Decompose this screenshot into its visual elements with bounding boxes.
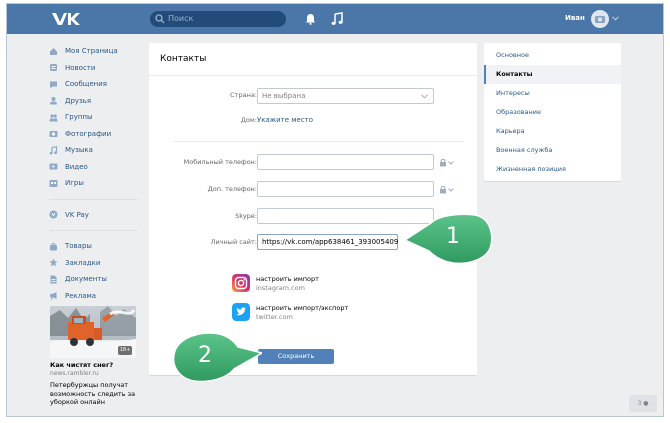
twitter-icon[interactable]: [232, 303, 250, 321]
callout-bubble-shape: [172, 332, 264, 383]
camera-icon: [49, 131, 58, 138]
nav-item-groups[interactable]: Группы: [49, 109, 149, 126]
settings-item-education[interactable]: Образование: [484, 103, 621, 122]
video-icon: [49, 163, 58, 170]
card-header: Контакты: [149, 43, 477, 76]
contacts-card: Контакты Страна: Не выбрана Дом: Укажите…: [149, 43, 477, 375]
section-divider: [174, 141, 464, 142]
extra-phone-input[interactable]: [257, 181, 434, 197]
messages-icon: [50, 81, 57, 89]
games-icon: [49, 179, 58, 187]
settings-item-main[interactable]: Основное: [484, 46, 621, 65]
instagram-import: настроить импорт instagram.com: [232, 274, 392, 296]
left-navigation: Моя Страница Новости Сообщения Друзья Гр…: [49, 43, 149, 304]
nav-item-ads[interactable]: Реклама: [49, 288, 149, 305]
nav-item-music[interactable]: Музыка: [49, 142, 149, 159]
country-label: Страна:: [230, 91, 257, 99]
bell-icon[interactable]: [305, 13, 316, 25]
nav-item-documents[interactable]: Документы: [49, 271, 149, 288]
nav-item-photos[interactable]: Фотографии: [49, 126, 149, 143]
twitter-import-export-link[interactable]: настроить импорт/экспорт: [256, 304, 348, 312]
home-label: Дом:: [240, 116, 257, 124]
search-placeholder: Поиск: [168, 14, 194, 23]
callout-step-1: 1: [403, 213, 493, 265]
instagram-import-link[interactable]: настроить импорт: [256, 275, 319, 283]
nav-item-bookmarks[interactable]: Закладки: [49, 255, 149, 272]
privacy-lock-icon[interactable]: [439, 185, 455, 194]
nav-item-messages[interactable]: Сообщения: [49, 76, 149, 93]
music-icon: [49, 145, 58, 155]
video-duration-badge: 18+: [118, 346, 132, 355]
chevron-down-icon[interactable]: [612, 16, 619, 21]
country-select[interactable]: Не выбрана: [257, 88, 434, 104]
nav-item-news[interactable]: Новости: [49, 60, 149, 77]
document-icon: [50, 275, 57, 284]
nav-item-video[interactable]: Видео: [49, 159, 149, 176]
megaphone-icon: [50, 292, 57, 300]
website-value: https://vk.com/app638461_393005409: [262, 238, 399, 246]
chevron-down-icon: [421, 94, 428, 99]
privacy-lock-icon[interactable]: [439, 158, 455, 167]
promo-source[interactable]: news.rambler.ru: [50, 370, 99, 377]
friends-icon: [50, 97, 57, 105]
vkpay-icon: [49, 210, 58, 219]
home-icon: [50, 47, 57, 55]
user-avatar[interactable]: [591, 10, 609, 28]
callout-number-1: 1: [446, 224, 460, 249]
promo-image[interactable]: 18+: [50, 306, 136, 358]
settings-item-military[interactable]: Военная служба: [484, 141, 621, 160]
vk-logo-icon[interactable]: [51, 10, 81, 28]
people-icon: ●: [643, 400, 649, 407]
callout-step-2: 2: [172, 331, 264, 385]
star-icon: [49, 258, 58, 267]
instagram-domain: instagram.com: [256, 284, 305, 292]
settings-item-interests[interactable]: Интересы: [484, 84, 621, 103]
settings-item-life-position[interactable]: Жизненная позиция: [484, 160, 621, 179]
online-friends-counter[interactable]: 3 ●: [629, 395, 657, 412]
settings-menu: Основное Контакты Интересы Образование К…: [484, 43, 621, 181]
search-icon: [155, 14, 165, 24]
nav-item-vk-pay[interactable]: VK Pay: [49, 207, 149, 224]
extra-phone-label: Доп. телефон:: [207, 185, 257, 193]
nav-item-my-page[interactable]: Моя Страница: [49, 43, 149, 60]
mobile-phone-input[interactable]: [257, 154, 434, 170]
website-input[interactable]: https://vk.com/app638461_393005409: [257, 234, 398, 250]
browser-frame: Поиск Иван Моя Страница Новости Сообщени…: [6, 3, 664, 417]
promo-title[interactable]: Как чистят снег?: [50, 361, 113, 369]
settings-item-contacts[interactable]: Контакты: [484, 65, 621, 84]
search-box[interactable]: Поиск: [150, 11, 286, 27]
settings-item-career[interactable]: Карьера: [484, 122, 621, 141]
skype-label: Skype:: [235, 212, 257, 220]
nav-divider: [49, 230, 137, 231]
nav-divider: [49, 198, 137, 200]
username-label[interactable]: Иван: [565, 14, 585, 22]
camera-placeholder-icon: [595, 16, 605, 23]
groups-icon: [49, 114, 58, 122]
nav-item-games[interactable]: Игры: [49, 175, 149, 192]
country-value: Не выбрана: [262, 92, 306, 100]
mobile-phone-label: Мобильный телефон:: [183, 158, 257, 166]
top-bar: Поиск Иван: [7, 4, 663, 34]
promo-text[interactable]: Петербуржцы получат возможность следить …: [50, 381, 142, 407]
home-place-link[interactable]: Укажите место: [257, 116, 313, 124]
nav-item-friends[interactable]: Друзья: [49, 93, 149, 110]
music-note-icon[interactable]: [331, 12, 343, 26]
twitter-import: настроить импорт/экспорт twitter.com: [232, 303, 392, 325]
nav-item-goods[interactable]: Товары: [49, 238, 149, 255]
page-title: Контакты: [160, 54, 207, 64]
callout-number-2: 2: [198, 343, 212, 368]
shopping-bag-icon: [50, 242, 57, 251]
save-button[interactable]: Сохранить: [258, 349, 334, 364]
twitter-domain: twitter.com: [256, 313, 293, 321]
website-label: Личный сайт:: [210, 238, 257, 246]
news-icon: [50, 64, 57, 72]
instagram-icon[interactable]: [232, 274, 250, 292]
